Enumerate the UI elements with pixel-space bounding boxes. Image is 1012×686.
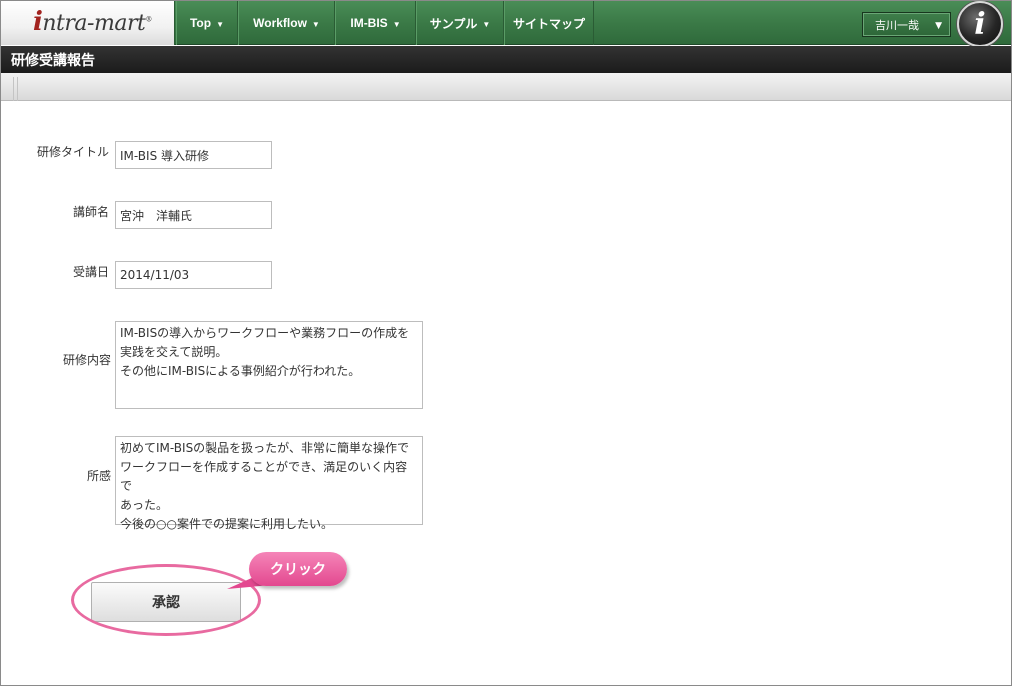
intra-mart-logo: intra-mart®: [33, 7, 152, 37]
chevron-down-icon: ▼: [216, 20, 225, 29]
approve-button[interactable]: 承認: [91, 582, 241, 622]
chevron-down-icon: ▼: [482, 20, 491, 29]
chevron-down-icon: ▼: [935, 21, 942, 31]
title-label: 研修タイトル: [36, 145, 109, 159]
instructor-field[interactable]: 宮沖 洋輔氏: [115, 201, 272, 229]
chevron-down-icon: ▼: [311, 20, 320, 29]
content-label: 研修内容: [62, 353, 111, 367]
top-navigation-bar: intra-mart® Top ▼ Workflow ▼ IM-BIS ▼ サンプル ▼…: [1, 1, 1011, 47]
nav-item-sample[interactable]: サンプル ▼: [416, 1, 504, 45]
chevron-down-icon: ▼: [392, 20, 401, 29]
date-label: 受講日: [72, 265, 109, 279]
nav-item-workflow[interactable]: Workflow ▼: [238, 1, 335, 45]
click-callout: クリック: [249, 552, 347, 586]
logo-container[interactable]: intra-mart®: [1, 1, 175, 45]
intra-mart-badge-icon[interactable]: i: [957, 1, 1003, 47]
content-textarea[interactable]: IM-BISの導入からワークフローや業務フローの作成を 実践を交えて説明。 その…: [115, 321, 423, 409]
user-name: 吉川一哉: [875, 18, 919, 32]
impression-textarea[interactable]: 初めてIM-BISの製品を扱ったが、非常に簡単な操作で ワークフローを作成するこ…: [115, 436, 423, 531]
impression-label: 所感: [86, 469, 111, 483]
nav-item-sitemap[interactable]: サイトマップ: [504, 1, 594, 45]
instructor-label: 講師名: [72, 205, 109, 219]
toolbar-divider: [17, 77, 18, 101]
nav-item-top[interactable]: Top ▼: [176, 1, 238, 45]
user-menu-button[interactable]: 吉川一哉 ▼: [862, 12, 951, 37]
page-title: 研修受講報告: [11, 52, 95, 69]
title-field[interactable]: IM-BIS 導入研修: [115, 141, 272, 169]
toolbar-divider: [13, 77, 14, 101]
page-toolbar: [1, 73, 1011, 101]
app-window: intra-mart® Top ▼ Workflow ▼ IM-BIS ▼ サンプル ▼…: [0, 0, 1012, 686]
page-title-bar: 研修受講報告: [1, 46, 1011, 73]
main-menu: Top ▼ Workflow ▼ IM-BIS ▼ サンプル ▼ サイトマップ: [176, 1, 594, 45]
date-field[interactable]: 2014/11/03: [115, 261, 272, 289]
nav-item-im-bis[interactable]: IM-BIS ▼: [335, 1, 416, 45]
